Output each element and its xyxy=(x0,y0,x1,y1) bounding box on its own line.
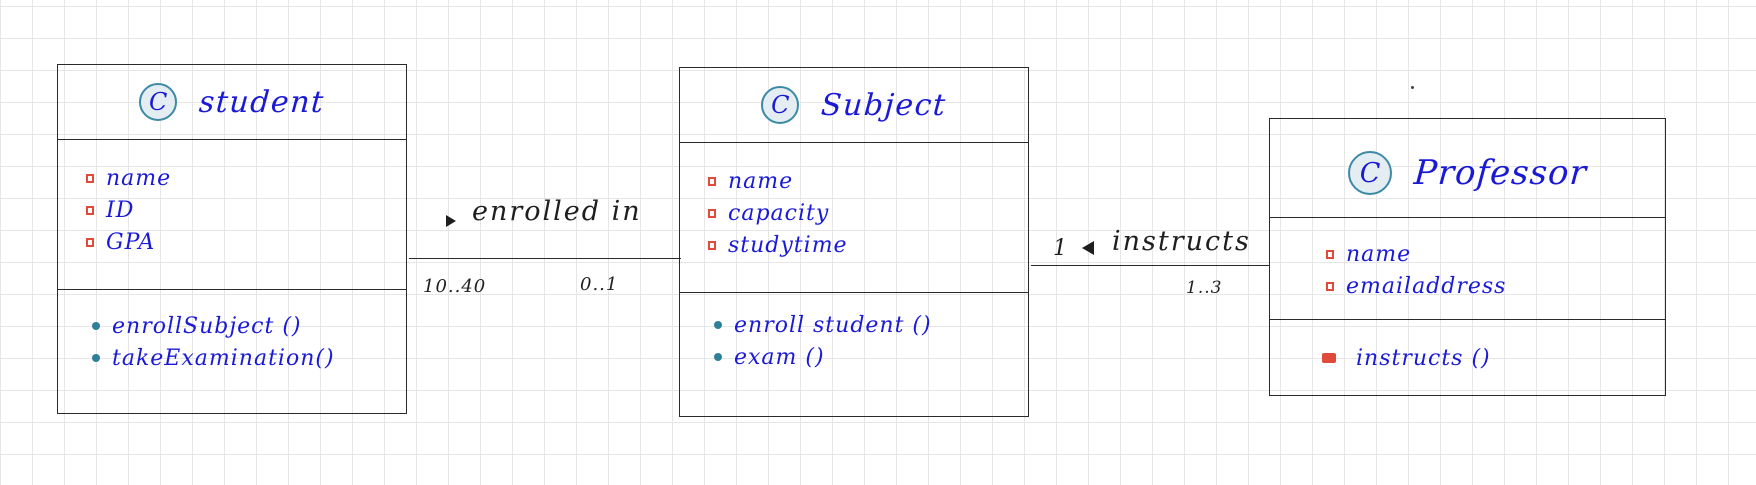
association-line-enrolled-in[interactable] xyxy=(409,258,681,259)
association-label: instructs xyxy=(1112,226,1251,257)
private-attribute-icon xyxy=(86,237,94,247)
operations-section: enrollSubject () takeExamination() xyxy=(58,290,406,374)
class-name: Subject xyxy=(820,87,948,123)
operation-label: enroll student () xyxy=(734,312,932,338)
diagram-canvas: C student name ID GPA enrollSubject () t… xyxy=(0,0,1756,485)
private-attribute-icon xyxy=(1326,281,1334,291)
operation-label: instructs () xyxy=(1356,345,1491,371)
attribute-item: GPA xyxy=(86,226,406,258)
operation-item: takeExamination() xyxy=(92,342,406,374)
public-operation-icon xyxy=(92,354,100,362)
class-header: C student xyxy=(58,65,406,140)
operation-item: enrollSubject () xyxy=(92,310,406,342)
class-subject[interactable]: C Subject name capacity studytime enroll… xyxy=(679,67,1029,417)
multiplicity-label: 1..3 xyxy=(1186,278,1223,298)
association-label: enrolled in xyxy=(472,196,642,227)
multiplicity-label: 10..40 xyxy=(423,276,487,297)
class-header: C Professor xyxy=(1270,119,1665,218)
attribute-label: ID xyxy=(106,197,135,223)
private-attribute-icon xyxy=(708,208,716,218)
attribute-label: name xyxy=(106,165,172,191)
class-name: student xyxy=(197,84,327,120)
attribute-item: name xyxy=(1326,238,1665,270)
private-attribute-icon xyxy=(708,176,716,186)
attribute-item: studytime xyxy=(708,229,1028,261)
class-name: Professor xyxy=(1412,153,1589,193)
attribute-label: emailaddress xyxy=(1346,273,1507,299)
attributes-section: name capacity studytime xyxy=(680,143,1028,293)
attribute-label: capacity xyxy=(728,200,830,226)
class-badge-icon: C xyxy=(1348,151,1393,195)
attribute-label: studytime xyxy=(728,232,848,258)
public-operation-icon xyxy=(714,353,722,361)
public-operation-icon xyxy=(92,322,100,330)
class-badge-icon: C xyxy=(139,83,178,121)
operation-label: enrollSubject () xyxy=(112,313,302,339)
operation-label: exam () xyxy=(734,344,825,370)
operation-item: instructs () xyxy=(1322,342,1665,374)
filled-square-operation-icon xyxy=(1322,353,1336,363)
class-student[interactable]: C student name ID GPA enrollSubject () t… xyxy=(57,64,407,414)
operations-section: instructs () xyxy=(1270,320,1665,374)
attribute-item: capacity xyxy=(708,197,1028,229)
attribute-label: GPA xyxy=(106,229,156,255)
operation-item: enroll student () xyxy=(714,309,1028,341)
private-attribute-icon xyxy=(708,240,716,250)
class-badge-icon: C xyxy=(761,86,800,124)
private-attribute-icon xyxy=(1326,249,1334,259)
attribute-label: name xyxy=(1346,241,1412,267)
attributes-section: name emailaddress xyxy=(1270,218,1665,320)
operations-section: enroll student () exam () xyxy=(680,293,1028,373)
operation-item: exam () xyxy=(714,341,1028,373)
attribute-item: ID xyxy=(86,194,406,226)
stray-ink-dot xyxy=(1411,86,1414,89)
attribute-item: name xyxy=(86,162,406,194)
class-professor[interactable]: C Professor name emailaddress instructs … xyxy=(1269,118,1666,396)
multiplicity-label: 0..1 xyxy=(580,274,619,295)
private-attribute-icon xyxy=(86,205,94,215)
attribute-item: name xyxy=(708,165,1028,197)
attribute-item: emailaddress xyxy=(1326,270,1665,302)
triangle-left-icon xyxy=(1082,241,1094,255)
private-attribute-icon xyxy=(86,173,94,183)
triangle-right-icon xyxy=(446,215,456,227)
public-operation-icon xyxy=(714,321,722,329)
association-line-instructs[interactable] xyxy=(1031,265,1269,266)
operation-label: takeExamination() xyxy=(112,345,335,371)
attribute-label: name xyxy=(728,168,794,194)
class-header: C Subject xyxy=(680,68,1028,143)
multiplicity-label: 1 xyxy=(1053,236,1068,261)
attributes-section: name ID GPA xyxy=(58,140,406,290)
